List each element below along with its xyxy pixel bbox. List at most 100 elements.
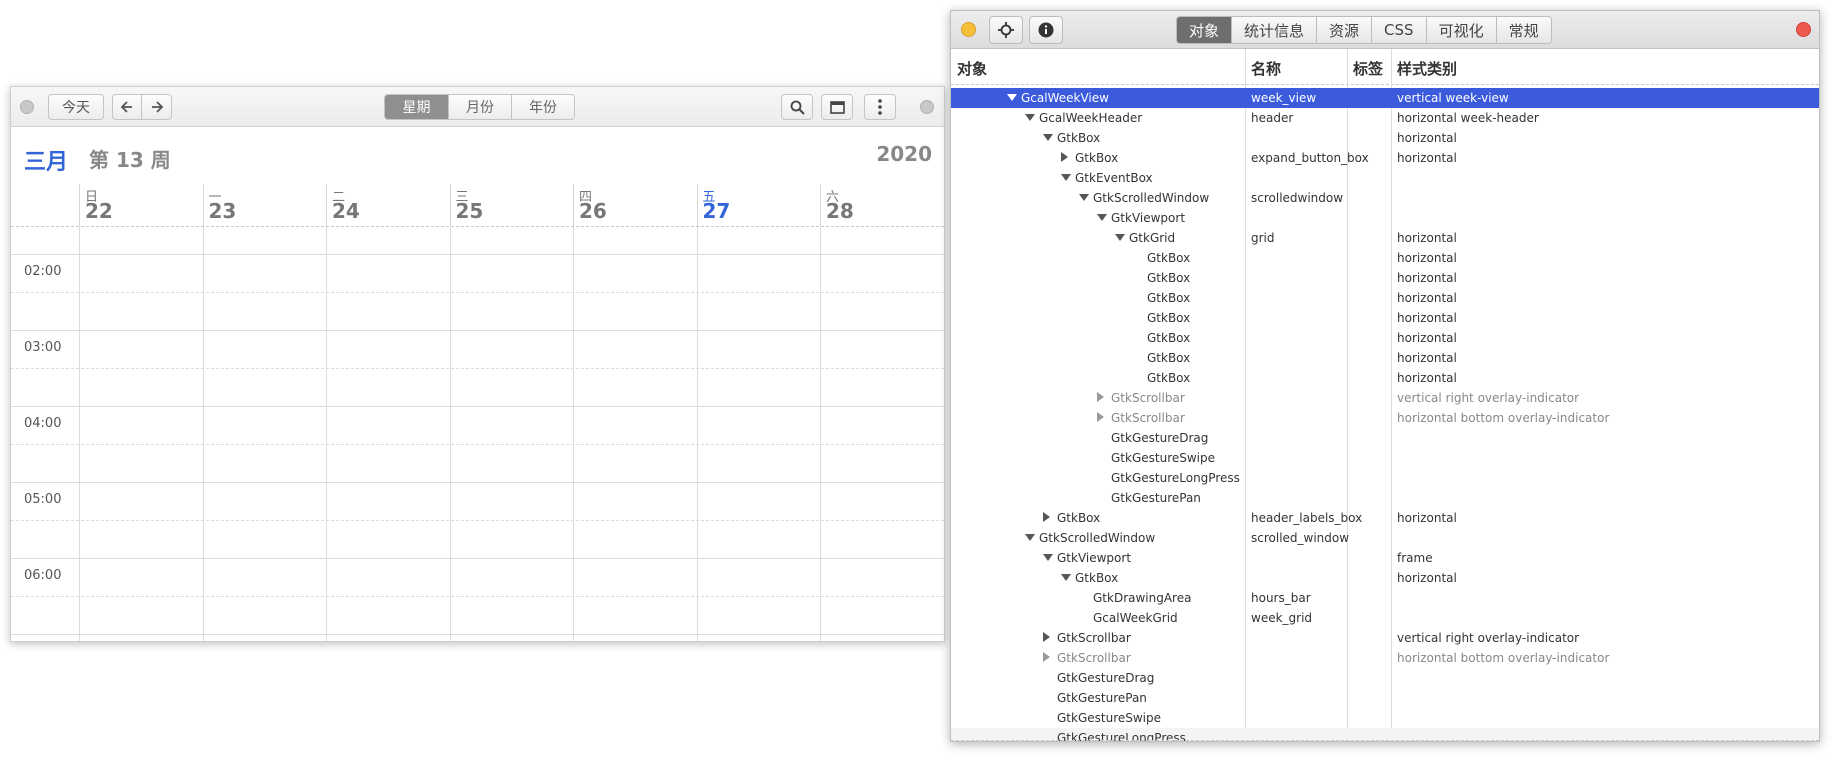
- tree-row[interactable]: GtkScrollbar vertical right overlay-indic…: [951, 628, 1819, 648]
- week-grid[interactable]: 02:00 03:00 04:00 05:00 06:00: [11, 226, 944, 641]
- tree-row[interactable]: GtkGrid grid horizontal: [951, 228, 1819, 248]
- day-number-label: 27: [702, 199, 731, 223]
- window-control-dot[interactable]: [920, 100, 934, 114]
- tree-row[interactable]: GcalWeekHeader header horizontal week-head…: [951, 108, 1819, 128]
- view-tab[interactable]: 月份: [448, 95, 511, 119]
- tree-row[interactable]: GtkBox horizontal: [951, 348, 1819, 368]
- expander-open-icon[interactable]: [1115, 234, 1125, 241]
- view-tab[interactable]: 星期: [385, 95, 448, 119]
- inspector-tab[interactable]: CSS: [1371, 17, 1426, 43]
- object-style-classes: horizontal: [1397, 311, 1457, 325]
- select-object-button[interactable]: [989, 16, 1023, 44]
- object-type: GtkBox: [1147, 351, 1191, 365]
- expander-open-icon[interactable]: [1007, 94, 1017, 101]
- hour-label: 04:00: [24, 416, 62, 431]
- expander-closed-icon[interactable]: [1097, 412, 1104, 422]
- tree-row[interactable]: GtkDrawingArea hours_bar: [951, 588, 1819, 608]
- tree-row[interactable]: GtkScrolledWindow scrolledwindow: [951, 188, 1819, 208]
- day-number-label: 25: [455, 199, 484, 223]
- inspector-tab[interactable]: 常规: [1495, 17, 1551, 43]
- tree-row[interactable]: GtkBox horizontal: [951, 568, 1819, 588]
- expander-open-icon[interactable]: [1097, 214, 1107, 221]
- hour-label: 06:00: [24, 568, 62, 583]
- object-type: GtkScrollbar: [1057, 651, 1131, 665]
- expander-open-icon[interactable]: [1061, 574, 1071, 581]
- tree-row[interactable]: GtkGestureDrag: [951, 668, 1819, 688]
- object-type: GtkScrollbar: [1057, 631, 1131, 645]
- day-column-header[interactable]: 三 25: [449, 184, 573, 226]
- tree-row[interactable]: GtkGesturePan: [951, 488, 1819, 508]
- column-header-label[interactable]: 标签: [1353, 58, 1383, 79]
- tree-row[interactable]: GtkBox horizontal: [951, 328, 1819, 348]
- tree-row[interactable]: GtkScrolledWindow scrolled_window: [951, 528, 1819, 548]
- tree-row[interactable]: GcalWeekView week_view vertical week-view: [951, 88, 1819, 108]
- expander-open-icon[interactable]: [1025, 114, 1035, 121]
- inspector-tab[interactable]: 可视化: [1425, 17, 1496, 43]
- expander-open-icon[interactable]: [1043, 134, 1053, 141]
- tree-row[interactable]: GtkGestureSwipe: [951, 448, 1819, 468]
- minimize-button[interactable]: [961, 22, 976, 37]
- tree-row[interactable]: GtkScrollbar horizontal bottom overlay-in…: [951, 408, 1819, 428]
- column-header-name[interactable]: 名称: [1251, 58, 1281, 79]
- search-button[interactable]: [781, 94, 813, 120]
- expander-open-icon[interactable]: [1043, 554, 1053, 561]
- window-button[interactable]: [821, 94, 853, 120]
- expander-open-icon[interactable]: [1061, 174, 1071, 181]
- tree-row[interactable]: GtkBox horizontal: [951, 308, 1819, 328]
- expander-closed-icon[interactable]: [1043, 512, 1050, 522]
- object-name: scrolledwindow: [1251, 191, 1344, 205]
- info-icon: [1038, 22, 1054, 38]
- object-style-classes: vertical week-view: [1397, 91, 1509, 105]
- tree-row[interactable]: GtkScrollbar horizontal bottom overlay-in…: [951, 648, 1819, 668]
- object-type: GtkBox: [1147, 311, 1191, 325]
- tree-row[interactable]: GtkBox horizontal: [951, 368, 1819, 388]
- expander-open-icon[interactable]: [1025, 534, 1035, 541]
- tree-row[interactable]: GtkViewport: [951, 208, 1819, 228]
- day-number-label: 24: [332, 199, 360, 223]
- today-button[interactable]: 今天: [48, 94, 104, 120]
- view-tab[interactable]: 年份: [511, 95, 574, 119]
- menu-button[interactable]: [864, 94, 896, 120]
- day-column-header[interactable]: 日 22: [79, 184, 202, 226]
- close-button[interactable]: [1796, 22, 1811, 37]
- tree-row[interactable]: GtkGesturePan: [951, 688, 1819, 708]
- object-details-button[interactable]: [1029, 16, 1063, 44]
- object-type: GtkBox: [1057, 131, 1101, 145]
- tree-row[interactable]: GtkBox horizontal: [951, 248, 1819, 268]
- expander-open-icon[interactable]: [1079, 194, 1089, 201]
- tree-row[interactable]: GtkBox horizontal: [951, 268, 1819, 288]
- day-column-header[interactable]: 一 23: [202, 184, 326, 226]
- tree-row[interactable]: GtkBox expand_button_box horizontal: [951, 148, 1819, 168]
- prev-button[interactable]: [112, 94, 142, 120]
- tree-row[interactable]: GtkGestureSwipe: [951, 708, 1819, 728]
- day-column-header[interactable]: 四 26: [573, 184, 696, 226]
- tree-row[interactable]: GtkScrollbar vertical right overlay-indic…: [951, 388, 1819, 408]
- object-type: GtkDrawingArea: [1093, 591, 1192, 605]
- object-type: GtkGestureDrag: [1111, 431, 1209, 445]
- day-column-header[interactable]: 五 27: [696, 184, 820, 226]
- tree-row[interactable]: GtkEventBox: [951, 168, 1819, 188]
- inspector-tab[interactable]: 统计信息: [1231, 17, 1317, 43]
- column-header-style[interactable]: 样式类别: [1397, 58, 1457, 79]
- tree-row[interactable]: GcalWeekGrid week_grid: [951, 608, 1819, 628]
- tree-row[interactable]: GtkBox header_labels_box horizontal: [951, 508, 1819, 528]
- column-header-object[interactable]: 对象: [957, 58, 987, 79]
- tree-row[interactable]: GtkBox horizontal: [951, 288, 1819, 308]
- expander-closed-icon[interactable]: [1043, 632, 1050, 642]
- tree-row[interactable]: GtkGestureLongPress: [951, 468, 1819, 488]
- window-control-dot[interactable]: [20, 100, 34, 114]
- day-column-header[interactable]: 六 28: [820, 184, 943, 226]
- object-type: GtkBox: [1057, 511, 1101, 525]
- expander-closed-icon[interactable]: [1061, 152, 1068, 162]
- inspector-tab[interactable]: 资源: [1316, 17, 1372, 43]
- next-button[interactable]: [141, 94, 172, 120]
- tree-row[interactable]: GtkBox horizontal: [951, 128, 1819, 148]
- expander-closed-icon[interactable]: [1097, 392, 1104, 402]
- object-tree-header: 对象 名称 标签 样式类别: [951, 49, 1819, 85]
- tree-row[interactable]: GtkViewport frame: [951, 548, 1819, 568]
- tree-row[interactable]: GtkGestureDrag: [951, 428, 1819, 448]
- day-column-header[interactable]: 二 24: [326, 184, 449, 226]
- expander-closed-icon[interactable]: [1043, 652, 1050, 662]
- object-name: week_grid: [1251, 611, 1313, 625]
- inspector-tab[interactable]: 对象: [1177, 17, 1232, 43]
